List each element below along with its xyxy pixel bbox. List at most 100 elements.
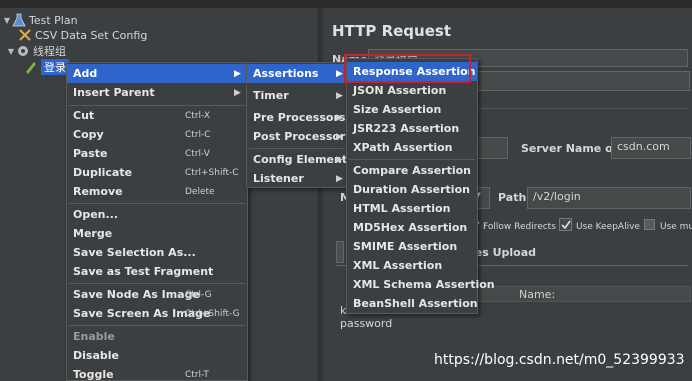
path-label: Path: [498, 191, 531, 204]
menu-item-label: Duration Assertion [353, 183, 470, 196]
menu-item-label: Cut [73, 109, 95, 122]
menu-item-add[interactable]: Add ▶ [67, 64, 247, 83]
menu-item-copy[interactable]: Copy Ctrl-C [67, 125, 247, 144]
menu-item-label: Enable [73, 330, 115, 343]
tree-node-label: 线程组 [33, 45, 66, 58]
tree-node-label: 登录 [41, 59, 69, 75]
menu-shortcut: Ctrl-C [185, 129, 211, 140]
submenu-arrow-icon: ▶ [234, 87, 241, 98]
tree-node-csv-config[interactable]: CSV Data Set Config [18, 27, 147, 43]
menu-item-insert-parent[interactable]: Insert Parent ▶ [67, 83, 247, 102]
menu-item-toggle[interactable]: Toggle Ctrl-T [67, 365, 247, 381]
scissors-icon [18, 28, 32, 42]
tree-node-thread-group[interactable]: ▼ 线程组 [6, 43, 66, 59]
menu-item-duration-assertion[interactable]: Duration Assertion [347, 180, 477, 199]
menu-item-label: JSR223 Assertion [353, 122, 460, 135]
menu-item-paste[interactable]: Paste Ctrl-V [67, 144, 247, 163]
annotation-highlight-box [344, 54, 471, 83]
tree-node-login-request[interactable]: 登录 [24, 59, 69, 75]
menu-item-label: JSON Assertion [353, 84, 447, 97]
menu-item-size-assertion[interactable]: Size Assertion [347, 100, 477, 119]
menu-item-config-element[interactable]: Config Element ▶ [247, 150, 347, 169]
menu-item-label: Pre Processors [253, 111, 346, 124]
menu-item-label: BeanShell Assertion [353, 297, 478, 310]
menu-item-pre-processors[interactable]: Pre Processors ▶ [247, 108, 347, 127]
menu-item-label: Insert Parent [73, 86, 155, 99]
menu-item-label: Size Assertion [353, 103, 442, 116]
server-field[interactable]: csdn.com [611, 137, 691, 159]
menu-item-label: Timer [253, 89, 289, 102]
menu-item-duplicate[interactable]: Duplicate Ctrl+Shift-C [67, 163, 247, 182]
menu-item-label: Merge [73, 227, 113, 240]
menu-shortcut: Ctrl-G [185, 289, 212, 300]
menu-shortcut: Ctrl-X [185, 110, 210, 121]
menu-item-merge[interactable]: Merge [67, 224, 247, 243]
pencil-icon [24, 60, 38, 74]
menu-item-beanshell-assertion[interactable]: BeanShell Assertion [347, 294, 478, 313]
menu-item-save-test-fragment[interactable]: Save as Test Fragment [67, 262, 247, 281]
menu-item-label: Copy [73, 128, 104, 141]
menu-item-save-selection[interactable]: Save Selection As... [67, 243, 247, 262]
panel-title: HTTP Request [332, 22, 451, 40]
menu-item-label: MD5Hex Assertion [353, 221, 468, 234]
menu-item-disable[interactable]: Disable [67, 346, 247, 365]
menu-item-smime-assertion[interactable]: SMIME Assertion [347, 237, 477, 256]
add-submenu: Assertions ▶ Timer ▶ Pre Processors ▶ Po… [246, 62, 352, 188]
menu-item-label: Save Node As Image [73, 288, 200, 301]
menu-item-md5hex-assertion[interactable]: MD5Hex Assertion [347, 218, 477, 237]
multipart-label: Use mul [660, 222, 692, 232]
submenu-arrow-icon: ▶ [234, 68, 241, 79]
menu-item-post-processors[interactable]: Post Processors ▶ [247, 127, 352, 146]
submenu-arrow-icon: ▶ [336, 68, 343, 79]
menu-item-save-node-image[interactable]: Save Node As Image Ctrl-G [67, 285, 247, 304]
menu-shortcut: Ctrl+Shift-C [185, 167, 239, 178]
menu-item-timer[interactable]: Timer ▶ [247, 86, 347, 105]
menu-item-json-assertion[interactable]: JSON Assertion [347, 81, 477, 100]
menu-shortcut: Ctrl+Shift-G [185, 308, 240, 319]
tree-node-test-plan[interactable]: ▼ Test Plan [2, 12, 78, 28]
param-row-password[interactable]: password [340, 317, 392, 330]
assertions-submenu: Response Assertion JSON Assertion Size A… [346, 58, 495, 314]
menu-item-label: XPath Assertion [353, 141, 453, 154]
menu-item-open[interactable]: Open... [67, 205, 247, 224]
params-name-column: Name: [519, 288, 556, 301]
menu-item-label: Duplicate [73, 166, 133, 179]
menu-item-label: Toggle [73, 368, 114, 381]
menu-item-xml-assertion[interactable]: XML Assertion [347, 256, 477, 275]
menu-item-listener[interactable]: Listener ▶ [247, 169, 347, 188]
tab-parameters[interactable] [336, 241, 344, 263]
keepalive-checkbox[interactable] [559, 218, 572, 231]
menu-item-label: Save as Test Fragment [73, 265, 214, 278]
menu-item-save-screen-image[interactable]: Save Screen As Image Ctrl+Shift-G [67, 304, 247, 323]
menu-item-assertions[interactable]: Assertions ▶ [247, 64, 347, 83]
menu-shortcut: Ctrl-V [185, 148, 210, 159]
menu-item-label: Assertions [253, 67, 319, 80]
follow-redirects-label: Follow Redirects [483, 222, 556, 232]
port-field[interactable] [474, 137, 508, 159]
menu-item-compare-assertion[interactable]: Compare Assertion [347, 161, 477, 180]
tab-files-upload[interactable]: les Upload [471, 246, 536, 259]
multipart-checkbox[interactable] [644, 219, 655, 230]
menu-separator [349, 159, 475, 160]
expand-icon[interactable]: ▼ [6, 47, 16, 56]
submenu-arrow-icon: ▶ [336, 90, 343, 101]
comments-field[interactable] [470, 71, 690, 91]
menu-shortcut: Ctrl-T [185, 369, 209, 380]
menu-item-label: XML Assertion [353, 259, 443, 272]
menu-item-xml-schema-assertion[interactable]: XML Schema Assertion [347, 275, 495, 294]
menu-item-xpath-assertion[interactable]: XPath Assertion [347, 138, 477, 157]
menu-item-label: Paste [73, 147, 108, 160]
menu-item-label: Save Selection As... [73, 246, 196, 259]
menu-item-jsr223-assertion[interactable]: JSR223 Assertion [347, 119, 477, 138]
menu-shortcut: Delete [185, 186, 215, 197]
submenu-arrow-icon: ▶ [336, 173, 343, 184]
menu-item-remove[interactable]: Remove Delete [67, 182, 247, 201]
path-field[interactable]: /v2/login [527, 187, 691, 209]
menu-item-enable[interactable]: Enable [67, 327, 247, 346]
expand-icon[interactable]: ▼ [2, 16, 12, 25]
menu-item-html-assertion[interactable]: HTML Assertion [347, 199, 477, 218]
menu-item-label: Disable [73, 349, 119, 362]
submenu-arrow-icon: ▶ [336, 131, 343, 142]
menu-item-cut[interactable]: Cut Ctrl-X [67, 106, 247, 125]
gear-icon [16, 44, 30, 58]
